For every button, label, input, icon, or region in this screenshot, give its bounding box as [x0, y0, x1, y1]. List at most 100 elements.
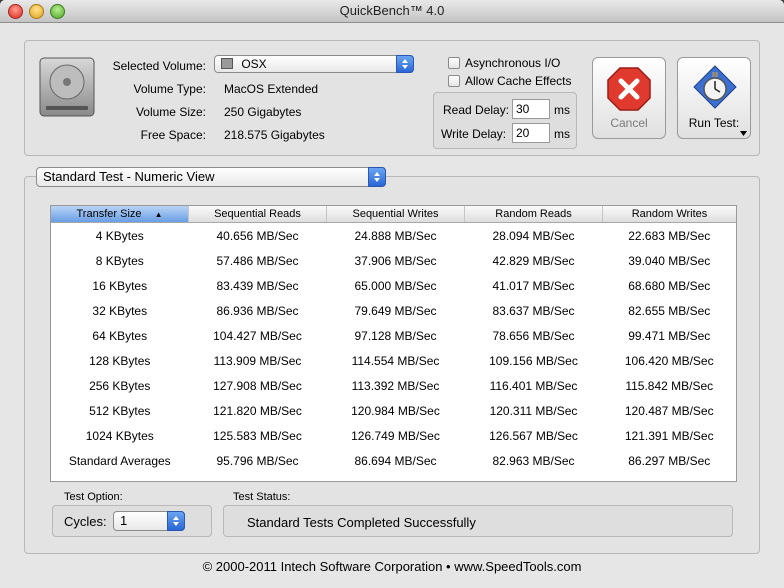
- result-cell: 68.680 MB/Sec: [628, 278, 711, 293]
- table-row[interactable]: 256 KBytes 127.908 MB/Sec 113.392 MB/Sec 11…: [51, 373, 736, 398]
- test-status-value: Standard Tests Completed Successfully: [247, 515, 476, 530]
- zoom-window-button[interactable]: [50, 4, 65, 19]
- view-mode-popup[interactable]: Standard Test - Numeric View: [36, 167, 386, 187]
- row-label: Standard Averages: [68, 453, 171, 468]
- table-row[interactable]: 512 KBytes 121.820 MB/Sec 120.984 MB/Sec 12…: [51, 398, 736, 423]
- result-cell: 24.888 MB/Sec: [354, 228, 437, 243]
- result-cell: 95.796 MB/Sec: [216, 453, 299, 468]
- table-row[interactable]: 1024 KBytes 125.583 MB/Sec 126.749 MB/Sec 1…: [51, 423, 736, 448]
- result-cell: 115.842 MB/Sec: [625, 378, 714, 393]
- result-cell: 40.656 MB/Sec: [216, 228, 299, 243]
- table-row[interactable]: 64 KBytes 104.427 MB/Sec 97.128 MB/Sec 78.6…: [51, 323, 736, 348]
- row-label: 128 KBytes: [89, 353, 151, 368]
- run-test-button[interactable]: Run Test:: [677, 57, 751, 139]
- result-cell: 116.401 MB/Sec: [489, 378, 578, 393]
- result-cell: 106.420 MB/Sec: [624, 353, 714, 368]
- results-table[interactable]: Transfer Size ▲ Sequential Reads Sequent…: [51, 206, 736, 473]
- selected-volume-label: Selected Volume:: [112, 59, 206, 73]
- close-window-button[interactable]: [8, 4, 23, 19]
- row-label: 32 KBytes: [92, 303, 148, 318]
- result-cell: 28.094 MB/Sec: [492, 228, 575, 243]
- result-cell: 127.908 MB/Sec: [213, 378, 302, 393]
- read-delay-label: Read Delay:: [443, 103, 510, 117]
- row-label: 16 KBytes: [92, 278, 148, 293]
- result-cell: 22.683 MB/Sec: [628, 228, 711, 243]
- title-bar[interactable]: QuickBench™ 4.0: [0, 0, 784, 23]
- result-cell: 120.487 MB/Sec: [624, 403, 714, 418]
- result-cell: 82.655 MB/Sec: [628, 303, 711, 318]
- row-label: 1024 KBytes: [85, 428, 154, 443]
- async-io-checkbox[interactable]: [448, 57, 460, 69]
- result-cell: 126.567 MB/Sec: [489, 428, 578, 443]
- async-io-label[interactable]: Asynchronous I/O: [465, 56, 560, 70]
- cancel-button[interactable]: Cancel: [592, 57, 666, 139]
- run-test-label: Run Test:: [688, 116, 740, 130]
- cache-effects-label[interactable]: Allow Cache Effects: [465, 74, 572, 88]
- row-label: 512 KBytes: [89, 403, 151, 418]
- hard-drive-icon: [39, 57, 95, 117]
- read-delay-field[interactable]: 30: [512, 99, 550, 119]
- copyright-footer: © 2000-2011 Intech Software Corporation …: [202, 559, 582, 574]
- volume-popup[interactable]: OSX: [214, 55, 414, 73]
- write-delay-unit: ms: [554, 127, 570, 141]
- column-header-sequential-reads[interactable]: Sequential Reads: [188, 206, 327, 223]
- result-cell: 113.909 MB/Sec: [213, 353, 302, 368]
- stopwatch-icon: [693, 65, 737, 109]
- result-cell: 86.694 MB/Sec: [354, 453, 437, 468]
- test-status-label: Test Status:: [233, 491, 291, 503]
- result-cell: 65.000 MB/Sec: [354, 278, 437, 293]
- result-cell: 57.486 MB/Sec: [216, 253, 299, 268]
- cache-effects-checkbox[interactable]: [448, 75, 460, 87]
- result-cell: 82.963 MB/Sec: [492, 453, 575, 468]
- volume-size-value: 250 Gigabytes: [224, 105, 302, 119]
- result-cell: 39.040 MB/Sec: [628, 253, 711, 268]
- view-mode-value: Standard Test - Numeric View: [43, 169, 215, 184]
- column-header-transfer-size[interactable]: Transfer Size ▲: [51, 206, 189, 223]
- write-delay-label: Write Delay:: [441, 127, 507, 141]
- result-cell: 37.906 MB/Sec: [354, 253, 437, 268]
- result-cell: 99.471 MB/Sec: [628, 328, 711, 343]
- stop-icon: [607, 67, 651, 111]
- read-delay-unit: ms: [554, 103, 570, 117]
- cancel-label: Cancel: [610, 116, 648, 130]
- result-cell: 121.391 MB/Sec: [624, 428, 714, 443]
- result-cell: 41.017 MB/Sec: [492, 278, 575, 293]
- popup-arrows-icon: [368, 167, 386, 187]
- table-row[interactable]: 128 KBytes 113.909 MB/Sec 114.554 MB/Sec 10…: [51, 348, 736, 373]
- result-cell: 83.637 MB/Sec: [492, 303, 575, 318]
- result-cell: 113.392 MB/Sec: [351, 378, 440, 393]
- minimize-window-button[interactable]: [29, 4, 44, 19]
- result-cell: 125.583 MB/Sec: [213, 428, 302, 443]
- table-row[interactable]: Standard Averages 95.796 MB/Sec 86.694 MB/…: [51, 448, 736, 473]
- cycles-value: 1: [120, 513, 128, 528]
- disk-icon: [221, 58, 233, 69]
- table-row[interactable]: 16 KBytes 83.439 MB/Sec 65.000 MB/Sec 41.01…: [51, 273, 736, 298]
- write-delay-field[interactable]: 20: [512, 123, 550, 143]
- result-cell: 121.820 MB/Sec: [213, 403, 302, 418]
- result-cell: 78.656 MB/Sec: [492, 328, 575, 343]
- row-label: 8 KBytes: [95, 253, 144, 268]
- window-title: QuickBench™ 4.0: [339, 3, 445, 18]
- cycles-label: Cycles:: [64, 514, 107, 529]
- table-row[interactable]: 8 KBytes 57.486 MB/Sec 37.906 MB/Sec 42.829…: [51, 248, 736, 273]
- volume-type-value: MacOS Extended: [224, 82, 319, 96]
- dropdown-arrow-icon: [740, 131, 747, 136]
- cycles-popup[interactable]: 1: [113, 511, 185, 531]
- row-label: 4 KBytes: [95, 228, 144, 243]
- table-row[interactable]: 4 KBytes 40.656 MB/Sec 24.888 MB/Sec 28.094…: [51, 223, 736, 249]
- row-label: 64 KBytes: [92, 328, 148, 343]
- free-space-value: 218.575 Gigabytes: [224, 128, 325, 142]
- volume-popup-value: OSX: [241, 57, 267, 71]
- test-option-label: Test Option:: [64, 491, 123, 503]
- column-header-random-writes[interactable]: Random Writes: [602, 206, 736, 223]
- result-cell: 120.311 MB/Sec: [489, 403, 578, 418]
- app-window: QuickBench™ 4.0 Selected Volume: OSX Vol…: [0, 0, 784, 588]
- result-cell: 42.829 MB/Sec: [492, 253, 575, 268]
- column-header-random-reads[interactable]: Random Reads: [464, 206, 603, 223]
- result-cell: 86.936 MB/Sec: [216, 303, 299, 318]
- column-header-sequential-writes[interactable]: Sequential Writes: [326, 206, 465, 223]
- result-cell: 97.128 MB/Sec: [354, 328, 437, 343]
- sort-ascending-icon: ▲: [154, 210, 163, 219]
- table-row[interactable]: 32 KBytes 86.936 MB/Sec 79.649 MB/Sec 83.63…: [51, 298, 736, 323]
- popup-arrows-icon: [167, 511, 185, 531]
